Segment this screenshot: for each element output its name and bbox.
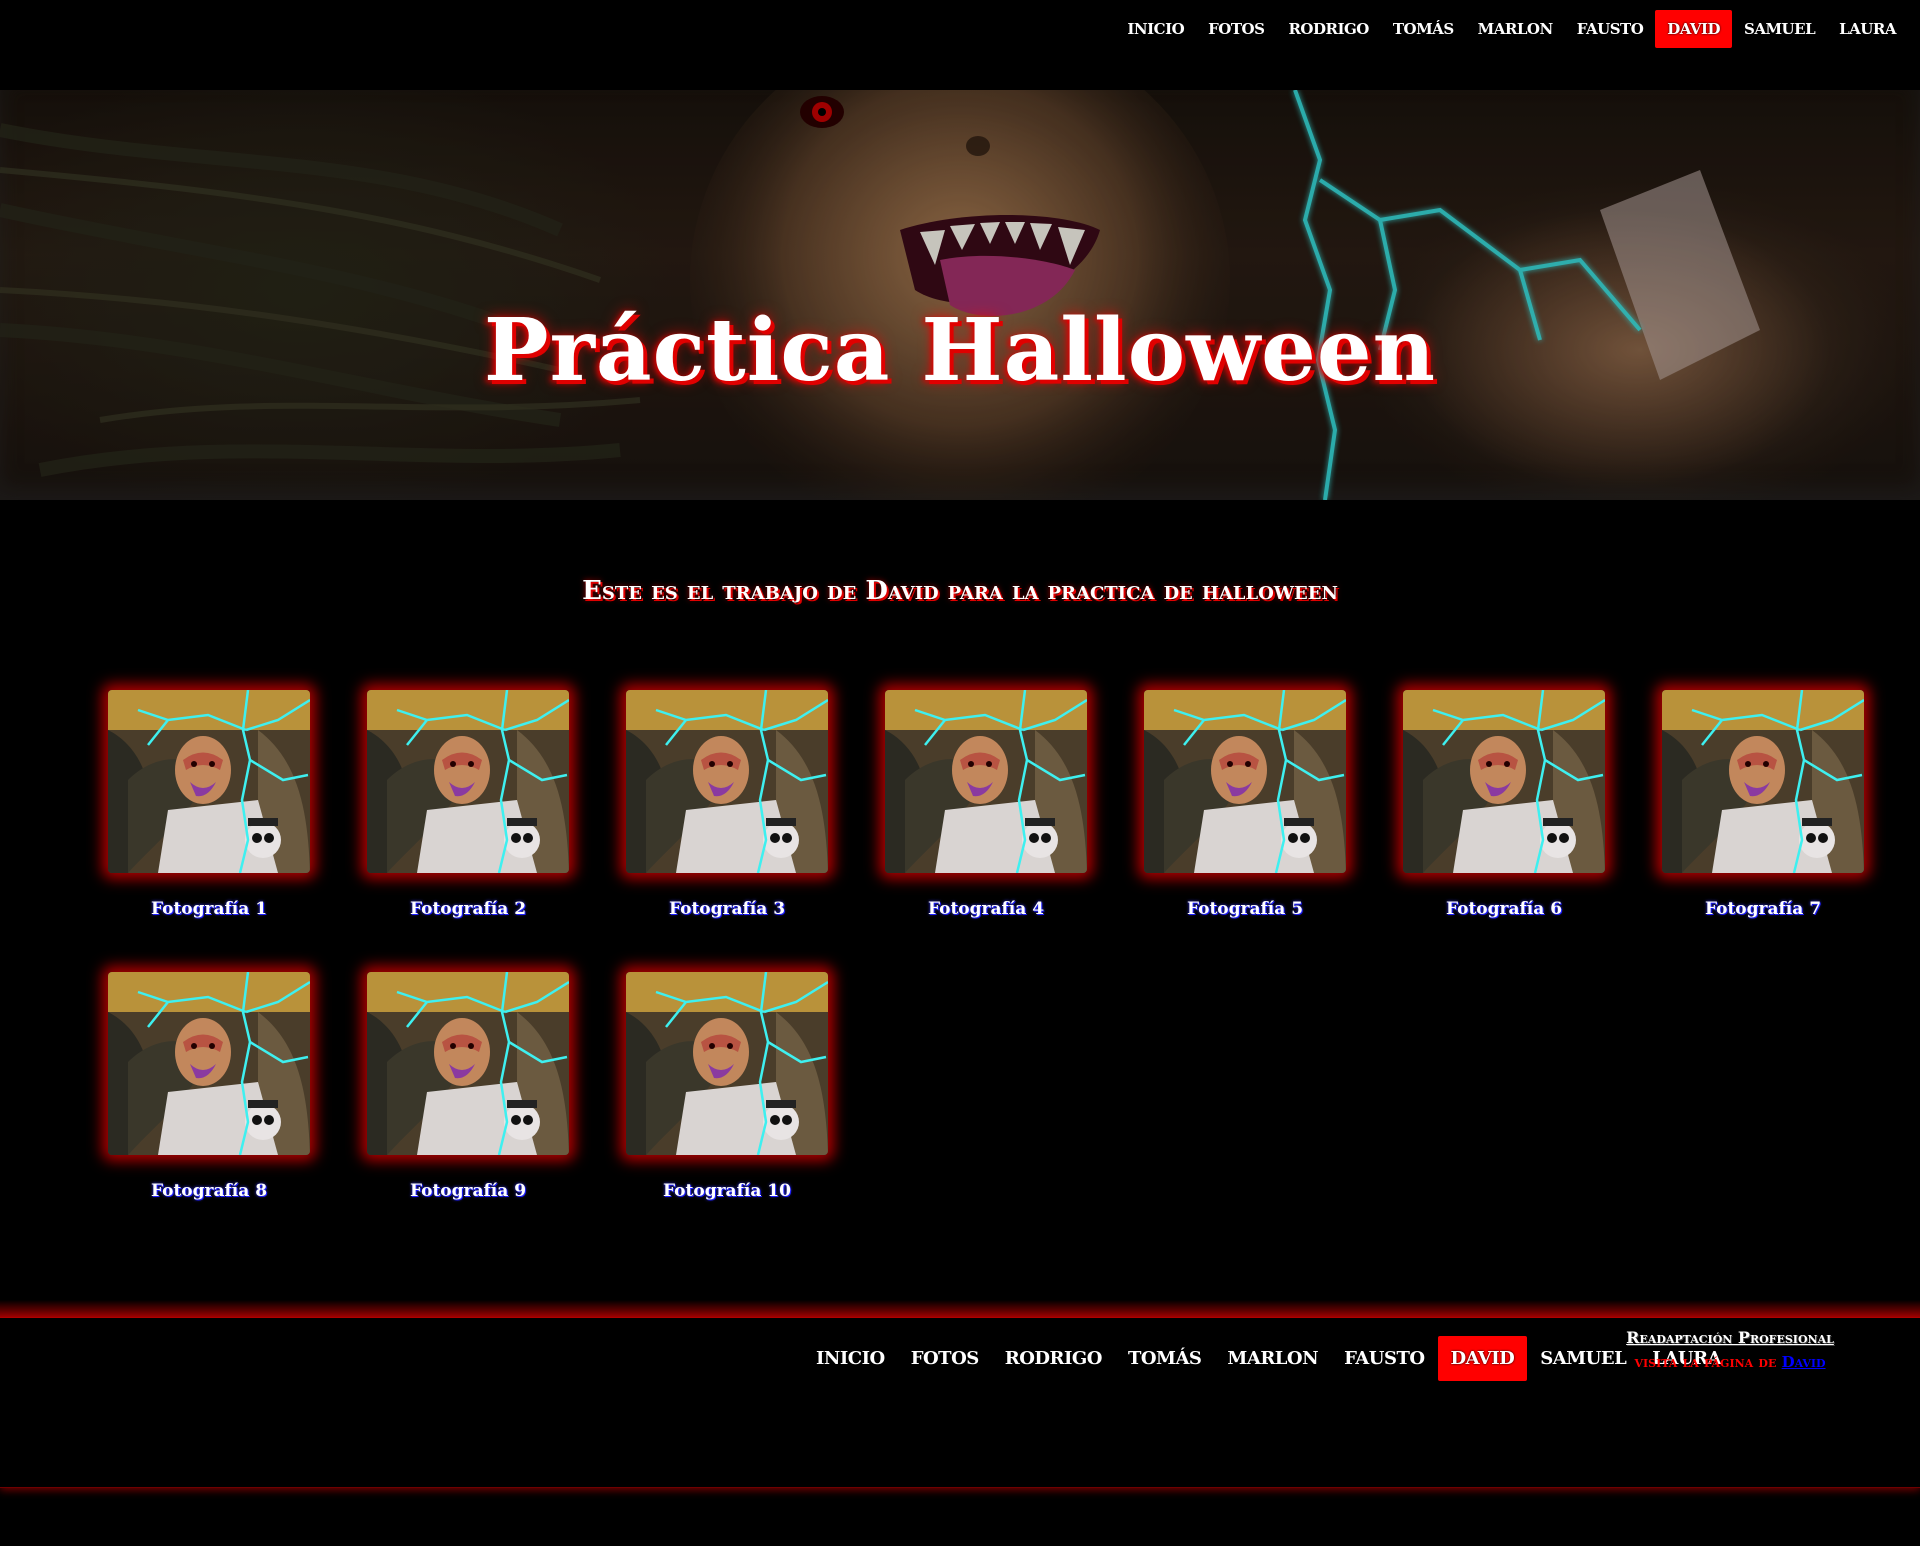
nav-item-marlon[interactable]: MARLON <box>1466 10 1565 48</box>
page-title: Práctica Halloween <box>483 300 1437 401</box>
photo-caption-5: Fotografía 5 <box>1186 899 1304 919</box>
gallery-card-1: Fotografía 1 <box>104 690 314 919</box>
gallery-card-5: Fotografía 5 <box>1140 690 1350 919</box>
nav-item-rodrigo[interactable]: RODRIGO <box>1276 10 1380 48</box>
nav-item-fausto[interactable]: FAUSTO <box>1565 10 1656 48</box>
photo-image <box>626 972 828 1155</box>
footer-divider-glow <box>0 1300 1920 1320</box>
footer-info-title[interactable]: Readaptación Profesional <box>1600 1328 1860 1347</box>
gallery-card-6: Fotografía 6 <box>1399 690 1609 919</box>
footer-info: Readaptación Profesional visita la págin… <box>1600 1328 1860 1371</box>
footer-nav-item-rodrigo[interactable]: RODRIGO <box>992 1336 1115 1381</box>
photo-thumbnail-10[interactable] <box>626 972 828 1155</box>
photo-thumbnail-8[interactable] <box>108 972 310 1155</box>
photo-caption-2: Fotografía 2 <box>409 899 527 919</box>
nav-item-david[interactable]: DAVID <box>1655 10 1732 48</box>
photo-caption-9: Fotografía 9 <box>409 1181 527 1201</box>
gallery-card-10: Fotografía 10 <box>622 972 832 1201</box>
photo-image <box>1144 690 1346 873</box>
footer-info-line: visita la página de David <box>1600 1353 1860 1371</box>
photo-thumbnail-5[interactable] <box>1144 690 1346 873</box>
footer-nav-item-inicio[interactable]: INICIO <box>803 1336 898 1381</box>
photo-image <box>626 690 828 873</box>
photo-image <box>1403 690 1605 873</box>
photo-thumbnail-6[interactable] <box>1403 690 1605 873</box>
photo-image <box>108 690 310 873</box>
hero-image <box>0 90 1920 500</box>
footer-nav-item-tomas[interactable]: TOMÁS <box>1115 1336 1214 1381</box>
photo-thumbnail-1[interactable] <box>108 690 310 873</box>
photo-thumbnail-3[interactable] <box>626 690 828 873</box>
photo-image <box>885 690 1087 873</box>
footer-nav: INICIO FOTOS RODRIGO TOMÁS MARLON FAUSTO… <box>803 1336 1734 1381</box>
gallery-card-9: Fotografía 9 <box>363 972 573 1201</box>
top-navbar: INICIO FOTOS RODRIGO TOMÁS MARLON FAUSTO… <box>0 0 1920 90</box>
gallery-card-3: Fotografía 3 <box>622 690 832 919</box>
top-nav: INICIO FOTOS RODRIGO TOMÁS MARLON FAUSTO… <box>1115 10 1908 48</box>
footer: INICIO FOTOS RODRIGO TOMÁS MARLON FAUSTO… <box>0 1318 1920 1488</box>
photo-image <box>108 972 310 1155</box>
hero-banner: Práctica Halloween <box>0 90 1920 500</box>
photo-caption-3: Fotografía 3 <box>668 899 786 919</box>
photo-caption-6: Fotografía 6 <box>1445 899 1563 919</box>
photo-caption-1: Fotografía 1 <box>150 899 268 919</box>
gallery-card-8: Fotografía 8 <box>104 972 314 1201</box>
photo-caption-4: Fotografía 4 <box>927 899 1045 919</box>
footer-info-prefix: visita la página de <box>1634 1353 1777 1371</box>
photo-image <box>367 972 569 1155</box>
photo-image <box>1662 690 1864 873</box>
nav-item-laura[interactable]: LAURA <box>1827 10 1908 48</box>
footer-nav-item-fausto[interactable]: FAUSTO <box>1331 1336 1437 1381</box>
photo-caption-10: Fotografía 10 <box>663 1181 791 1201</box>
photo-caption-7: Fotografía 7 <box>1704 899 1822 919</box>
footer-nav-item-marlon[interactable]: MARLON <box>1214 1336 1331 1381</box>
photo-caption-8: Fotografía 8 <box>150 1181 268 1201</box>
footer-nav-item-fotos[interactable]: FOTOS <box>898 1336 992 1381</box>
gallery-card-2: Fotografía 2 <box>363 690 573 919</box>
gallery-card-7: Fotografía 7 <box>1658 690 1868 919</box>
section-subtitle: Este es el trabajo de David para la prac… <box>582 576 1338 606</box>
nav-item-tomas[interactable]: TOMÁS <box>1381 10 1466 48</box>
nav-item-fotos[interactable]: FOTOS <box>1196 10 1276 48</box>
gallery-card-4: Fotografía 4 <box>881 690 1091 919</box>
photo-thumbnail-2[interactable] <box>367 690 569 873</box>
nav-item-samuel[interactable]: SAMUEL <box>1732 10 1827 48</box>
footer-info-link[interactable]: David <box>1782 1353 1826 1371</box>
photo-thumbnail-9[interactable] <box>367 972 569 1155</box>
photo-thumbnail-7[interactable] <box>1662 690 1864 873</box>
photo-image <box>367 690 569 873</box>
nav-item-inicio[interactable]: INICIO <box>1115 10 1196 48</box>
photo-thumbnail-4[interactable] <box>885 690 1087 873</box>
footer-nav-item-david[interactable]: DAVID <box>1437 1336 1528 1381</box>
